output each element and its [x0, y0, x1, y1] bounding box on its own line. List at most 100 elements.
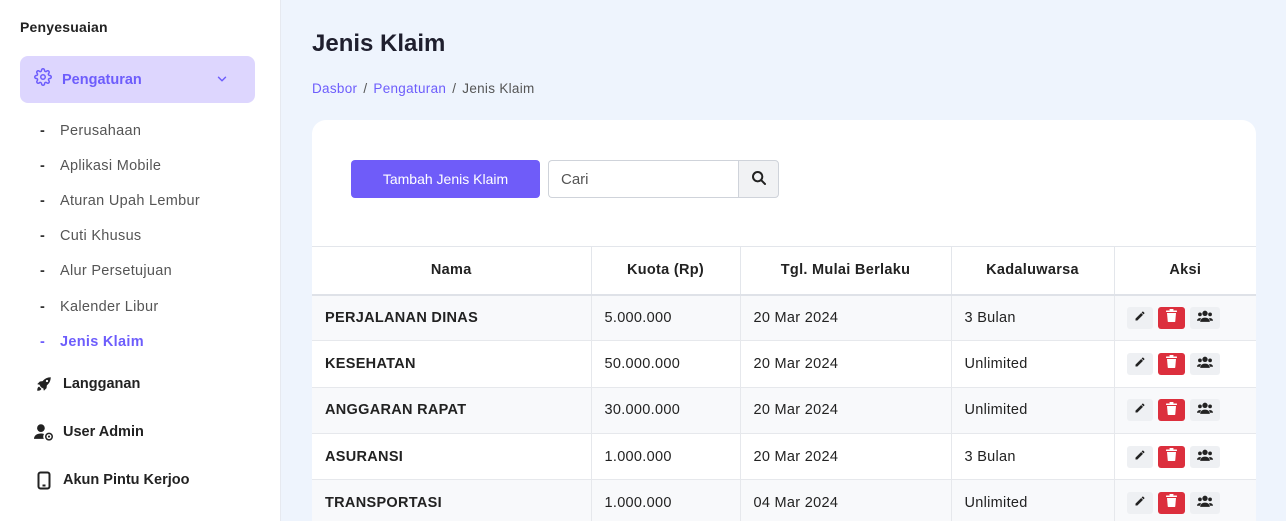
delete-button[interactable] — [1157, 445, 1185, 468]
sidebar-subitem-label: Perusahaan — [60, 122, 142, 139]
cell-aksi — [1114, 294, 1256, 342]
cell-kadaluwarsa: 3 Bulan — [951, 433, 1115, 481]
pencil-icon — [1134, 449, 1146, 465]
trash-icon — [1165, 355, 1177, 372]
cell-kuota: 5.000.000 — [591, 294, 741, 342]
cell-aksi — [1114, 340, 1256, 388]
sidebar-subitem-aturan-upah-lembur[interactable]: - Aturan Upah Lembur — [0, 183, 281, 218]
add-claim-type-button[interactable]: Tambah Jenis Klaim — [351, 160, 540, 198]
column-header-kadaluwarsa[interactable]: Kadaluwarsa — [951, 246, 1115, 296]
trash-icon — [1165, 494, 1177, 511]
sidebar-subitem-label: Kalender Libur — [60, 298, 159, 315]
rocket-icon — [34, 374, 54, 394]
sidebar-item-label: Pengaturan — [62, 71, 142, 88]
sidebar-item-label: User Admin — [63, 424, 144, 440]
page-title: Jenis Klaim — [312, 30, 446, 57]
breadcrumb-current: Jenis Klaim — [462, 81, 535, 96]
edit-button[interactable] — [1126, 352, 1153, 375]
sidebar-subitem-jenis-klaim[interactable]: - Jenis Klaim — [0, 324, 281, 359]
cell-aksi — [1114, 433, 1256, 481]
table-row: ASURANSI 1.000.000 20 Mar 2024 3 Bulan — [312, 433, 1256, 481]
search-group — [548, 160, 779, 198]
cell-nama: ANGGARAN RAPAT — [312, 387, 592, 434]
sidebar-item-pengaturan[interactable]: Pengaturan — [20, 56, 255, 103]
cell-kadaluwarsa: 3 Bulan — [951, 294, 1115, 342]
cell-nama: KESEHATAN — [312, 340, 592, 388]
cell-nama: ASURANSI — [312, 433, 592, 481]
cell-tgl: 20 Mar 2024 — [740, 433, 952, 481]
edit-button[interactable] — [1126, 445, 1153, 468]
assign-users-button[interactable] — [1189, 306, 1220, 329]
cell-kadaluwarsa: Unlimited — [951, 479, 1115, 521]
sidebar-subitem-alur-persetujuan[interactable]: - Alur Persetujuan — [0, 254, 281, 289]
trash-icon — [1165, 309, 1177, 326]
table-header-row: Nama Kuota (Rp) Tgl. Mulai Berlaku Kadal… — [312, 246, 1256, 296]
claim-types-table: Nama Kuota (Rp) Tgl. Mulai Berlaku Kadal… — [312, 246, 1256, 521]
users-icon — [1196, 402, 1213, 418]
column-header-aksi: Aksi — [1114, 246, 1256, 296]
trash-icon — [1165, 448, 1177, 465]
column-header-tgl-mulai[interactable]: Tgl. Mulai Berlaku — [740, 246, 952, 296]
cell-kuota: 1.000.000 — [591, 479, 741, 521]
sidebar-subitem-kalender-libur[interactable]: - Kalender Libur — [0, 289, 281, 324]
cell-tgl: 04 Mar 2024 — [740, 479, 952, 521]
breadcrumb-dasbor[interactable]: Dasbor — [312, 81, 357, 96]
breadcrumb-pengaturan[interactable]: Pengaturan — [373, 81, 446, 96]
column-header-kuota[interactable]: Kuota (Rp) — [591, 246, 741, 296]
content-card: Tambah Jenis Klaim Nama Kuota (Rp) Tgl. … — [312, 120, 1256, 521]
edit-button[interactable] — [1126, 399, 1153, 422]
cell-tgl: 20 Mar 2024 — [740, 387, 952, 434]
pencil-icon — [1134, 310, 1146, 326]
sidebar-subitem-label: Aturan Upah Lembur — [60, 192, 201, 209]
table-row: KESEHATAN 50.000.000 20 Mar 2024 Unlimit… — [312, 340, 1256, 388]
cell-kuota: 30.000.000 — [591, 387, 741, 434]
sidebar-subitem-label: Alur Persetujuan — [60, 263, 172, 280]
cell-aksi — [1114, 387, 1256, 434]
cell-tgl: 20 Mar 2024 — [740, 294, 952, 342]
chevron-down-icon — [215, 72, 229, 91]
cell-tgl: 20 Mar 2024 — [740, 340, 952, 388]
assign-users-button[interactable] — [1189, 445, 1220, 468]
cell-kadaluwarsa: Unlimited — [951, 387, 1115, 434]
pencil-icon — [1134, 402, 1146, 418]
column-header-nama[interactable]: Nama — [312, 246, 592, 296]
table-row: PERJALANAN DINAS 5.000.000 20 Mar 2024 3… — [312, 294, 1256, 342]
sidebar-item-langganan[interactable]: Langganan — [34, 374, 140, 394]
sidebar-subitem-cuti-khusus[interactable]: - Cuti Khusus — [0, 219, 281, 254]
pencil-icon — [1134, 495, 1146, 511]
breadcrumb: Dasbor / Pengaturan / Jenis Klaim — [312, 81, 535, 96]
assign-users-button[interactable] — [1189, 352, 1220, 375]
cell-nama: PERJALANAN DINAS — [312, 294, 592, 342]
search-button[interactable] — [738, 160, 779, 198]
delete-button[interactable] — [1157, 306, 1185, 329]
gear-icon — [34, 68, 52, 91]
search-input[interactable] — [548, 160, 738, 198]
cell-kuota: 50.000.000 — [591, 340, 741, 388]
edit-button[interactable] — [1126, 306, 1153, 329]
trash-icon — [1165, 401, 1177, 419]
assign-users-button[interactable] — [1189, 399, 1220, 422]
sidebar-item-label: Langganan — [63, 376, 141, 392]
delete-button[interactable] — [1157, 352, 1185, 375]
sidebar: Penyesuaian Pengaturan - Perusahaan - Apli… — [0, 0, 281, 521]
cell-kuota: 1.000.000 — [591, 433, 741, 481]
cell-kadaluwarsa: Unlimited — [951, 340, 1115, 388]
sidebar-subitem-perusahaan[interactable]: - Perusahaan — [0, 113, 281, 148]
sidebar-subitem-aplikasi-mobile[interactable]: - Aplikasi Mobile — [0, 148, 281, 183]
sidebar-subitem-label: Jenis Klaim — [60, 333, 144, 350]
pencil-icon — [1134, 356, 1146, 372]
delete-button[interactable] — [1157, 491, 1185, 514]
assign-users-button[interactable] — [1189, 491, 1220, 514]
table-row: ANGGARAN RAPAT 30.000.000 20 Mar 2024 Un… — [312, 387, 1256, 434]
users-icon — [1196, 310, 1213, 326]
mobile-icon — [34, 470, 54, 490]
delete-button[interactable] — [1157, 399, 1185, 422]
cell-nama: TRANSPORTASI — [312, 479, 592, 521]
users-icon — [1196, 449, 1213, 465]
user-cog-icon — [34, 422, 54, 442]
sidebar-item-akun-pintu-kerjoo[interactable]: Akun Pintu Kerjoo — [34, 470, 189, 490]
sidebar-subitem-label: Cuti Khusus — [60, 228, 142, 245]
users-icon — [1196, 356, 1213, 372]
edit-button[interactable] — [1126, 491, 1153, 514]
sidebar-item-user-admin[interactable]: User Admin — [34, 422, 144, 442]
